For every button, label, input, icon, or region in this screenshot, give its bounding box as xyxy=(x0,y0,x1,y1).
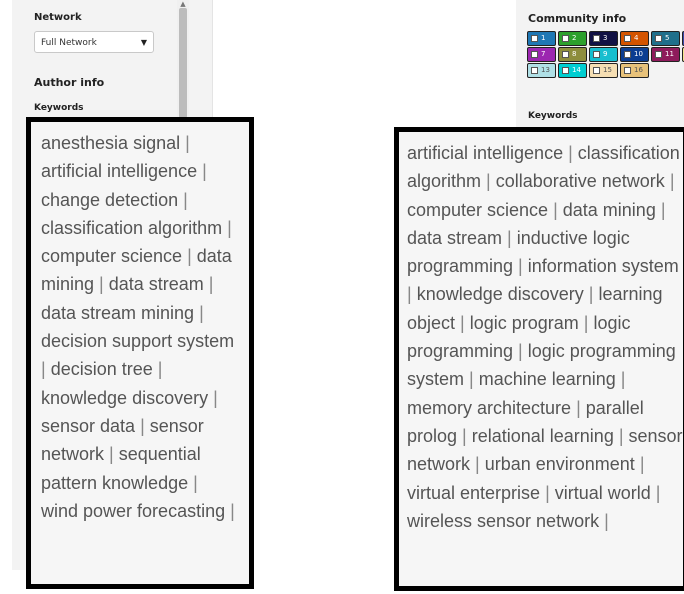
network-select-value: Full Network xyxy=(41,38,97,48)
scroll-up-icon[interactable]: ▲ xyxy=(177,0,189,8)
keyword-separator: | xyxy=(583,284,599,305)
keyword-separator: | xyxy=(197,161,207,182)
keyword-separator: | xyxy=(563,143,578,163)
community-swatch[interactable]: 13 xyxy=(527,63,556,78)
keyword-separator: | xyxy=(615,369,626,390)
keyword-link[interactable]: data stream xyxy=(407,228,502,248)
author-info-heading: Author info xyxy=(34,76,105,89)
community-swatch[interactable]: 2 xyxy=(558,31,587,46)
community-swatch[interactable]: 9 xyxy=(589,47,618,62)
keyword-link[interactable]: collaborative network xyxy=(496,171,665,191)
keyword-separator: | xyxy=(457,425,472,446)
keyword-separator: | xyxy=(225,500,235,521)
keyword-link[interactable]: wind power forecasting xyxy=(41,501,225,521)
keyword-link[interactable]: knowledge discovery xyxy=(41,388,208,408)
keyword-separator: | xyxy=(94,274,109,295)
keyword-link[interactable]: urban environment xyxy=(485,454,635,474)
keyword-link[interactable]: computer science xyxy=(407,200,548,220)
keyword-link[interactable]: decision support system xyxy=(41,331,234,351)
keyword-separator: | xyxy=(208,387,218,408)
keyword-separator: | xyxy=(182,246,197,267)
scroll-thumb[interactable] xyxy=(179,8,187,118)
keyword-link[interactable]: data stream xyxy=(109,274,204,294)
keyword-separator: | xyxy=(41,359,51,380)
keyword-separator: | xyxy=(548,199,563,220)
keyword-separator: | xyxy=(188,472,198,493)
keyword-separator: | xyxy=(634,454,645,475)
community-swatch[interactable]: 15 xyxy=(589,63,618,78)
network-label: Network xyxy=(34,12,82,23)
keyword-separator: | xyxy=(222,217,232,238)
keyword-separator: | xyxy=(178,189,188,210)
keyword-link[interactable]: data mining xyxy=(563,200,656,220)
keyword-link[interactable]: data stream mining xyxy=(41,303,194,323)
community-keywords-list: artificial intelligence | classification… xyxy=(394,127,684,591)
keyword-separator: | xyxy=(664,171,675,192)
keyword-separator: | xyxy=(571,397,586,418)
keyword-link[interactable]: anesthesia signal xyxy=(41,133,180,153)
keyword-link[interactable]: sensor data xyxy=(41,416,135,436)
keyword-separator: | xyxy=(135,415,150,436)
community-swatch[interactable]: 1 xyxy=(527,31,556,46)
dropdown-arrow-icon: ▼ xyxy=(140,38,147,47)
community-swatch[interactable]: 14 xyxy=(558,63,587,78)
community-swatch[interactable]: 16 xyxy=(620,63,649,78)
community-swatches: 12345678910111213141516 xyxy=(527,31,684,78)
keyword-separator: | xyxy=(180,133,190,153)
keyword-separator: | xyxy=(613,425,629,446)
community-swatch[interactable]: 7 xyxy=(527,47,556,62)
keyword-link[interactable]: virtual world xyxy=(555,483,651,503)
keyword-separator: | xyxy=(481,171,496,192)
keywords-heading: Keywords xyxy=(34,103,84,113)
keyword-separator: | xyxy=(470,454,485,475)
keyword-link[interactable]: computer science xyxy=(41,246,182,266)
keyword-separator: | xyxy=(513,341,528,362)
keyword-link[interactable]: artificial intelligence xyxy=(41,161,197,181)
keyword-separator: | xyxy=(655,199,666,220)
community-swatch[interactable]: 11 xyxy=(651,47,680,62)
keyword-link[interactable]: machine learning xyxy=(479,369,616,389)
author-keywords-list: anesthesia signal | artificial intellige… xyxy=(26,117,254,589)
keyword-link[interactable]: virtual enterprise xyxy=(407,483,540,503)
keyword-separator: | xyxy=(152,359,163,380)
keyword-separator: | xyxy=(455,312,470,333)
keyword-link[interactable]: change detection xyxy=(41,190,178,210)
keyword-link[interactable]: classification algorithm xyxy=(41,218,222,238)
network-select[interactable]: Full Network ▼ xyxy=(34,31,154,53)
community-swatch[interactable]: 8 xyxy=(558,47,587,62)
keyword-separator: | xyxy=(407,284,417,305)
keyword-separator: | xyxy=(502,227,517,248)
community-info-heading: Community info xyxy=(528,12,627,25)
community-swatch[interactable]: 5 xyxy=(651,31,680,46)
keyword-separator: | xyxy=(599,510,609,531)
keyword-separator: | xyxy=(203,274,214,295)
keyword-separator: | xyxy=(650,482,661,503)
keyword-link[interactable]: wireless sensor network xyxy=(407,511,599,531)
keyword-separator: | xyxy=(578,312,594,333)
keywords-heading: Keywords xyxy=(528,111,578,121)
community-swatch[interactable]: 4 xyxy=(620,31,649,46)
keyword-link[interactable]: memory architecture xyxy=(407,398,571,418)
keyword-link[interactable]: information system xyxy=(528,256,679,276)
keyword-link[interactable]: knowledge discovery xyxy=(417,284,584,304)
keyword-link[interactable]: artificial intelligence xyxy=(407,143,563,163)
keyword-link[interactable]: decision tree xyxy=(51,359,153,379)
keyword-link[interactable]: relational learning xyxy=(472,426,614,446)
keyword-separator: | xyxy=(104,444,119,465)
keyword-link[interactable]: logic program xyxy=(470,313,579,333)
keyword-separator: | xyxy=(513,256,528,277)
community-swatch[interactable]: 10 xyxy=(620,47,649,62)
keyword-separator: | xyxy=(464,369,479,390)
community-swatch[interactable]: 3 xyxy=(589,31,618,46)
keyword-separator: | xyxy=(540,482,555,503)
keyword-separator: | xyxy=(194,302,204,323)
